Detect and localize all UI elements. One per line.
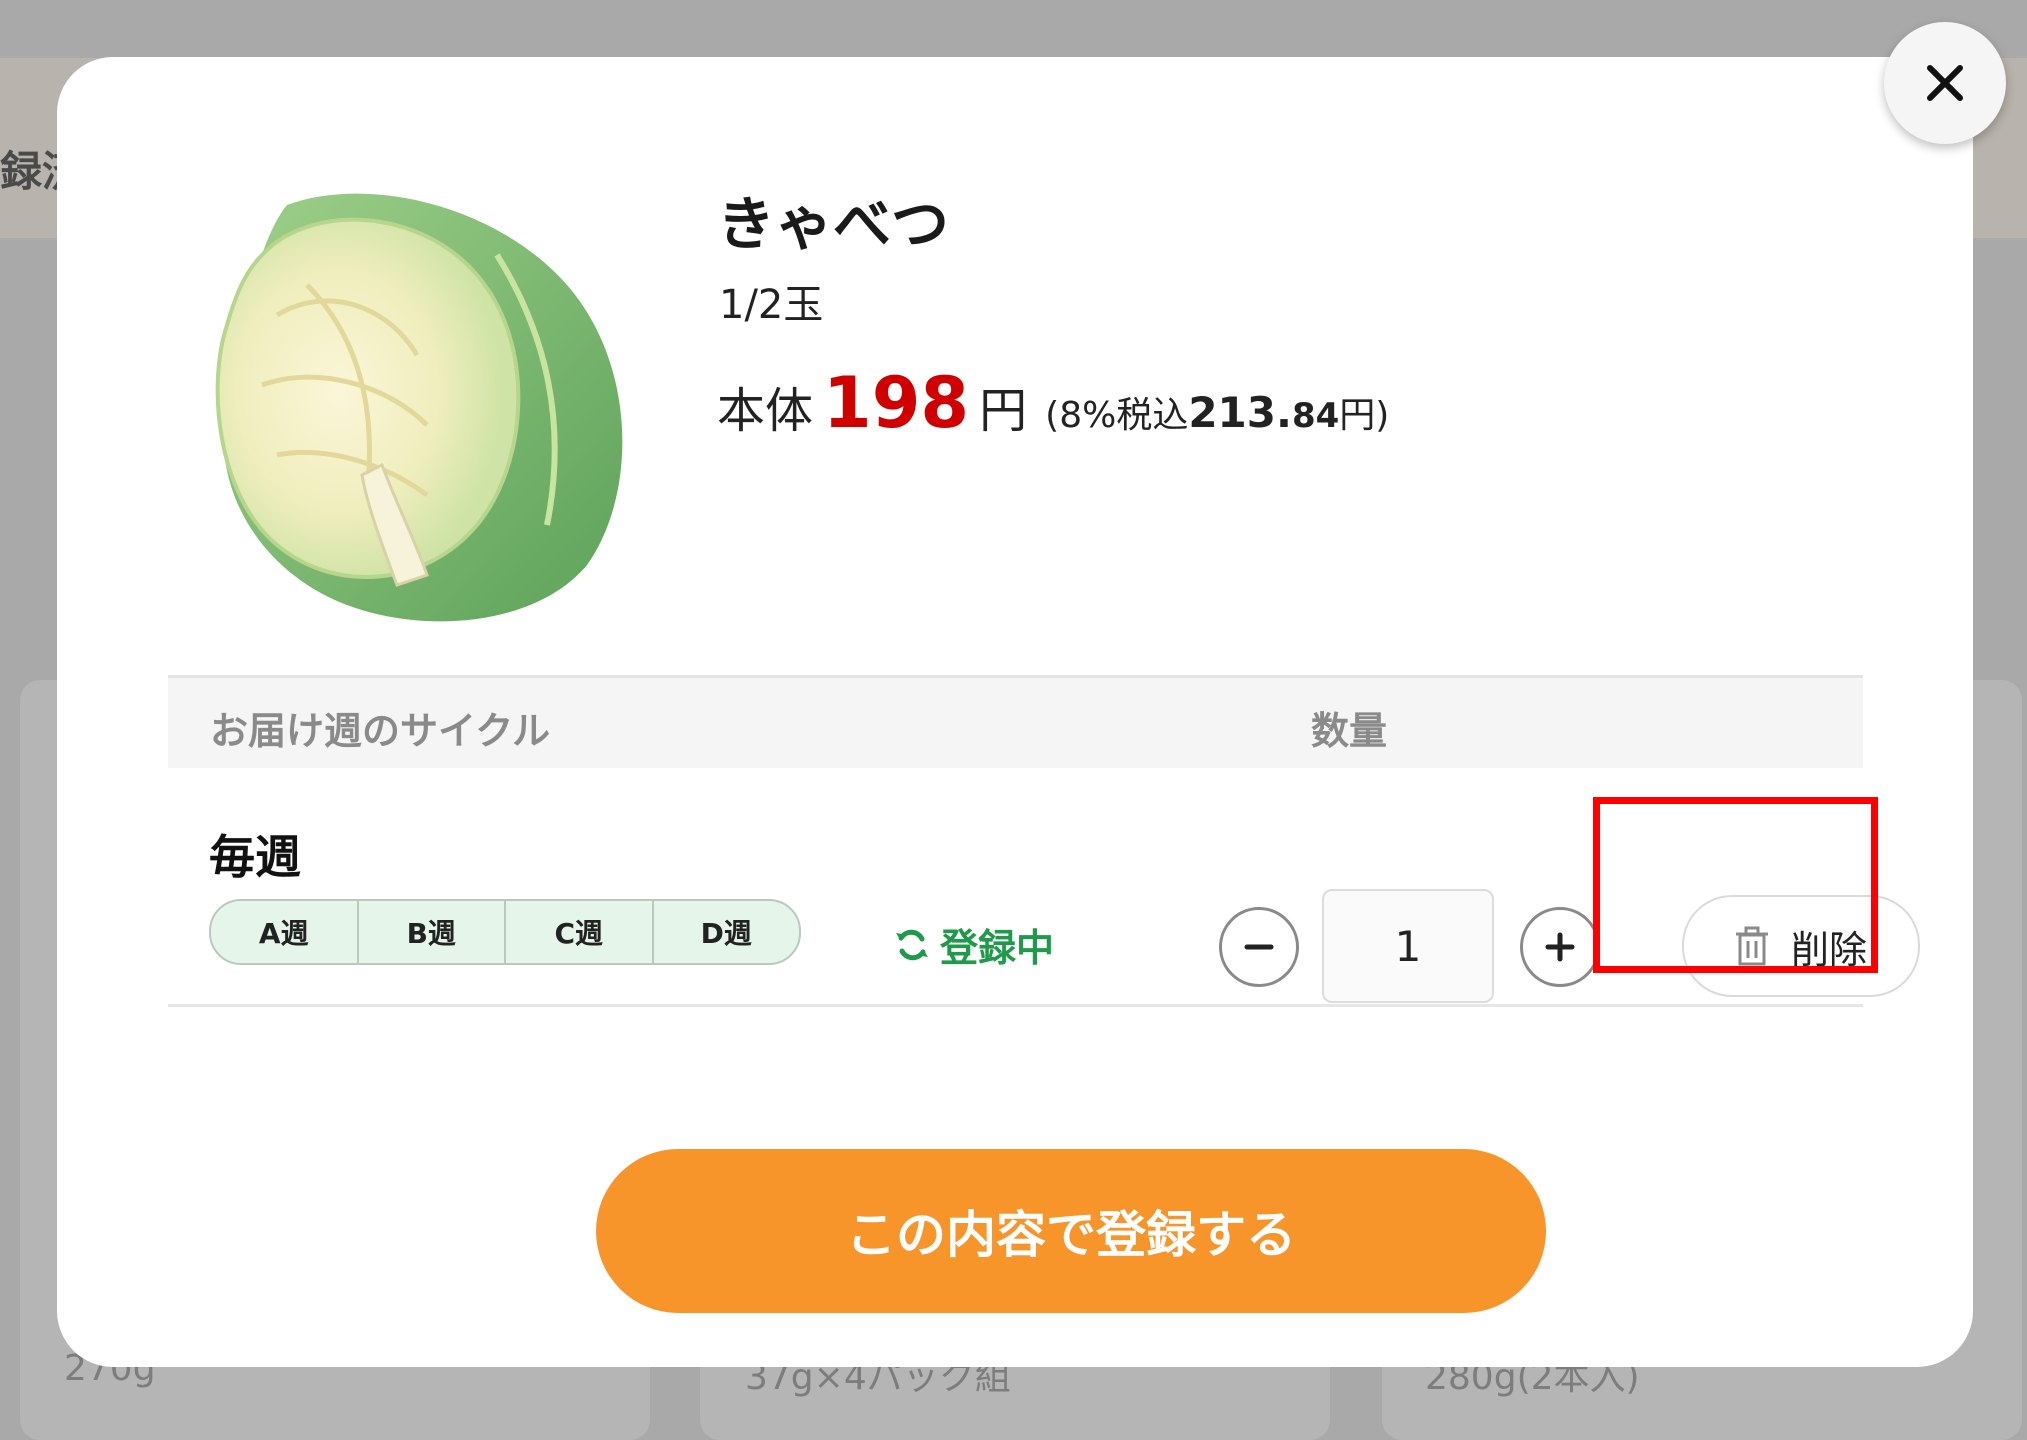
close-button[interactable] bbox=[1884, 22, 2006, 144]
quantity-increase-button[interactable] bbox=[1520, 907, 1600, 987]
week-d: D週 bbox=[700, 917, 752, 950]
price-tax-value: 213. bbox=[1188, 388, 1292, 437]
price-row: 本体 198 円 (8%税込 213. 84 円) bbox=[717, 362, 1389, 444]
submit-button[interactable]: この内容で登録する bbox=[596, 1149, 1546, 1313]
price-tax-decimal: 84 bbox=[1291, 396, 1340, 436]
week-b: B週 bbox=[359, 901, 506, 963]
week-a: A週 bbox=[211, 901, 359, 963]
price-tax-suffix: 円) bbox=[1339, 395, 1390, 436]
quantity-input[interactable]: 1 bbox=[1322, 889, 1494, 1003]
price-tax-prefix: (8%税込 bbox=[1045, 395, 1189, 436]
status-badge: 登録中 bbox=[892, 917, 1054, 972]
delete-highlight-box bbox=[1593, 797, 1878, 973]
product-image bbox=[215, 193, 623, 622]
header-quantity: 数量 bbox=[1311, 709, 1388, 753]
cycle-title: 毎週 bbox=[209, 830, 301, 884]
minus-icon bbox=[1244, 944, 1274, 950]
price-unit: 円 bbox=[979, 383, 1028, 439]
product-size: 1/2玉 bbox=[719, 282, 824, 328]
week-group: A週 B週 C週 D週 bbox=[209, 899, 801, 965]
product-name: きゃべつ bbox=[717, 190, 950, 258]
product-modal: きゃべつ 1/2玉 本体 198 円 (8%税込 213. 84 円) お届け週… bbox=[57, 57, 1973, 1367]
table-header: お届け週のサイクル 数量 bbox=[168, 675, 1863, 768]
close-icon bbox=[1927, 65, 1963, 101]
status-text: 登録中 bbox=[940, 926, 1055, 970]
price-label: 本体 bbox=[717, 383, 814, 439]
header-cycle: お届け週のサイクル bbox=[210, 709, 551, 753]
refresh-icon bbox=[896, 929, 928, 960]
week-c: C週 bbox=[506, 901, 654, 963]
price-value: 198 bbox=[823, 362, 970, 444]
quantity-decrease-button[interactable] bbox=[1219, 907, 1299, 987]
row-divider bbox=[168, 1004, 1863, 1007]
plus-icon bbox=[1545, 932, 1575, 962]
